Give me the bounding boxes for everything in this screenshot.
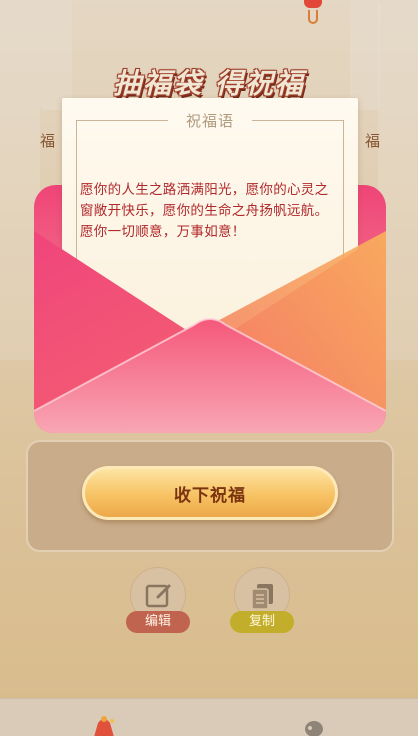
copy-label: 复制 (230, 611, 294, 633)
letter-heading: 祝福语 (185, 112, 234, 130)
edit-button[interactable]: 编辑 (126, 567, 190, 637)
accept-blessing-button[interactable]: 收下祝福 (82, 466, 338, 520)
edit-label: 编辑 (126, 611, 190, 633)
bottom-tab-bar (0, 698, 418, 736)
copy-button[interactable]: 复制 (230, 567, 294, 637)
lucky-bag-icon[interactable] (88, 713, 120, 736)
message-icon[interactable] (300, 719, 328, 736)
envelope-front (34, 231, 386, 433)
